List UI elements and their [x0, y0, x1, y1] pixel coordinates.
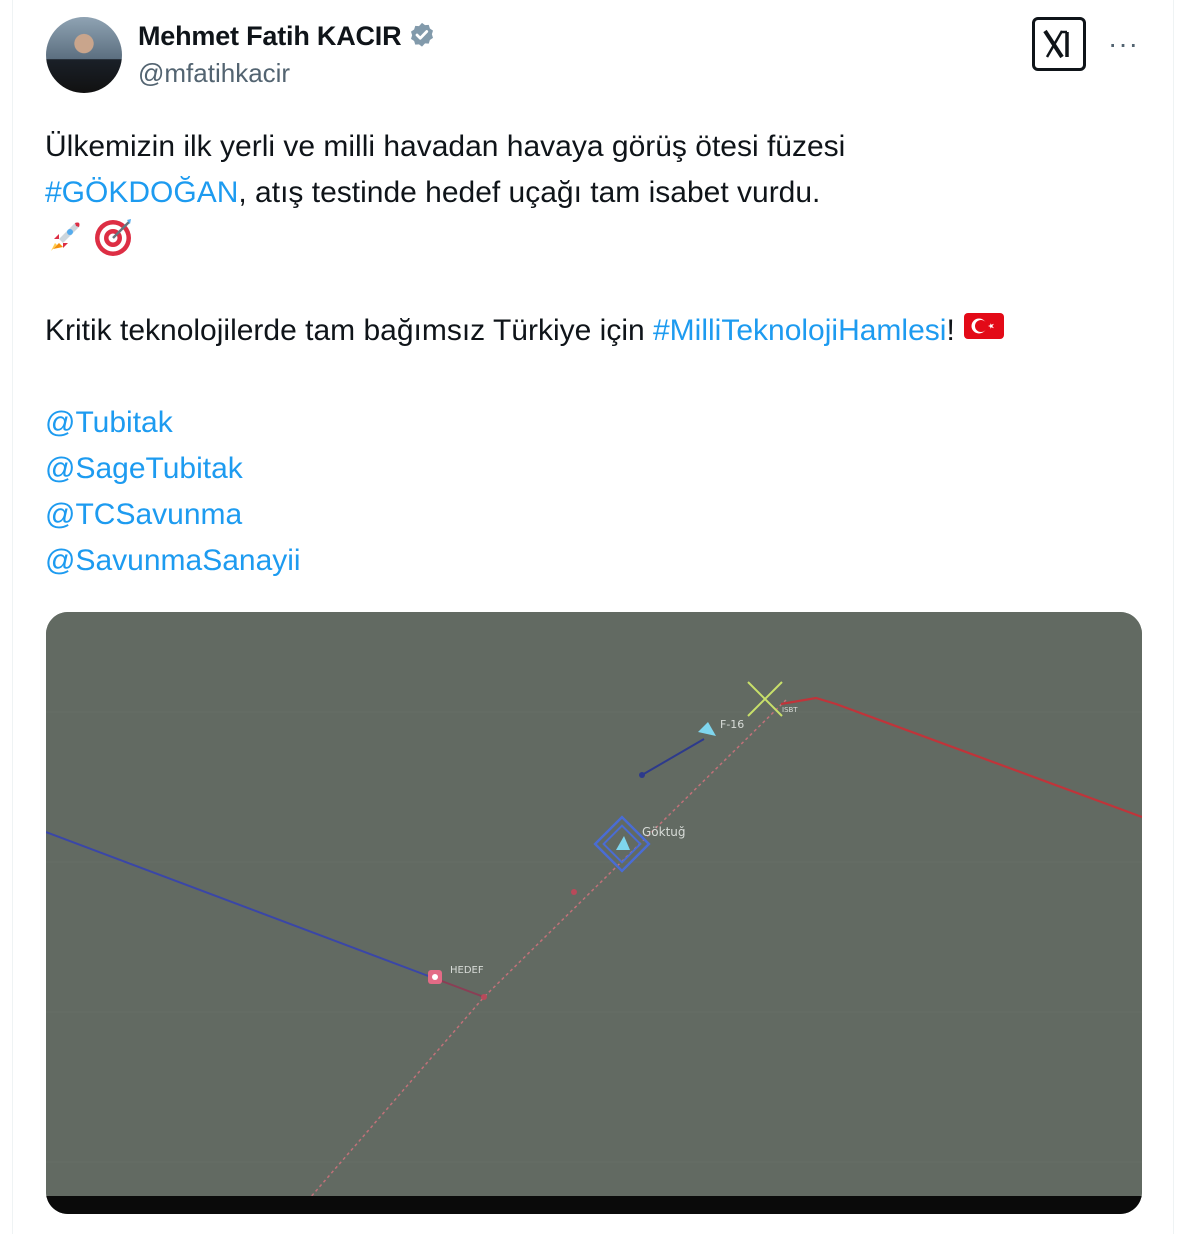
tweet-line-4-text: Kritik teknolojilerde tam bağımsız Türki… [45, 314, 653, 347]
tweet-line-4: Kritik teknolojilerde tam bağımsız Türki… [45, 308, 1155, 354]
tweet-text: Ülkemizin ilk yerli ve milli havadan hav… [45, 124, 1155, 584]
path-point [571, 889, 577, 895]
f16-label: F-16 [720, 718, 744, 731]
impact-label: ISBT [782, 706, 798, 714]
hashtag-milli-teknoloji[interactable]: #MilliTeknolojiHamlesi [653, 314, 946, 347]
author-name-row: Mehmet Fatih KACIR [138, 18, 437, 54]
tweet-line-1: Ülkemizin ilk yerli ve milli havadan hav… [45, 130, 846, 163]
mention-tc-savunma[interactable]: @TCSavunma [45, 492, 1155, 538]
radar-background [46, 612, 1142, 1214]
hedef-track-end-point [481, 994, 487, 1000]
mention-sage-tubitak[interactable]: @SageTubitak [45, 446, 1155, 492]
mention-tubitak[interactable]: @Tubitak [45, 400, 1155, 446]
hedef-label: HEDEF [450, 965, 484, 976]
author-avatar[interactable] [46, 17, 122, 93]
mention-savunma-sanayii[interactable]: @SavunmaSanayii [45, 538, 1155, 584]
author-handle[interactable]: @mfatihkacir [138, 58, 290, 89]
target-emoji [93, 216, 135, 272]
media-bottom-bar [46, 1196, 1142, 1214]
f16-track-start [639, 772, 645, 778]
turkey-flag-emoji [963, 309, 1005, 355]
tweet-line-4-end: ! [946, 314, 955, 347]
x-logo-icon[interactable] [1032, 17, 1086, 71]
verified-badge-icon [407, 21, 437, 51]
tweet-line-2-text: , atış testinde hedef uçağı tam isabet v… [238, 176, 821, 209]
rocket-emoji [45, 217, 85, 271]
tweet-emoji-line [45, 216, 1155, 262]
goktug-label: Göktuğ [642, 825, 686, 839]
more-options-icon[interactable]: ··· [1108, 28, 1139, 60]
hashtag-gokdogan[interactable]: #GÖKDOĞAN [45, 176, 238, 209]
tweet-media-radar-image[interactable]: F-16 ISBT Göktuğ HEDEF [46, 612, 1142, 1214]
author-display-name[interactable]: Mehmet Fatih KACIR [138, 21, 402, 52]
tweet-line-2: #GÖKDOĞAN, atış testinde hedef uçağı tam… [45, 170, 1155, 216]
